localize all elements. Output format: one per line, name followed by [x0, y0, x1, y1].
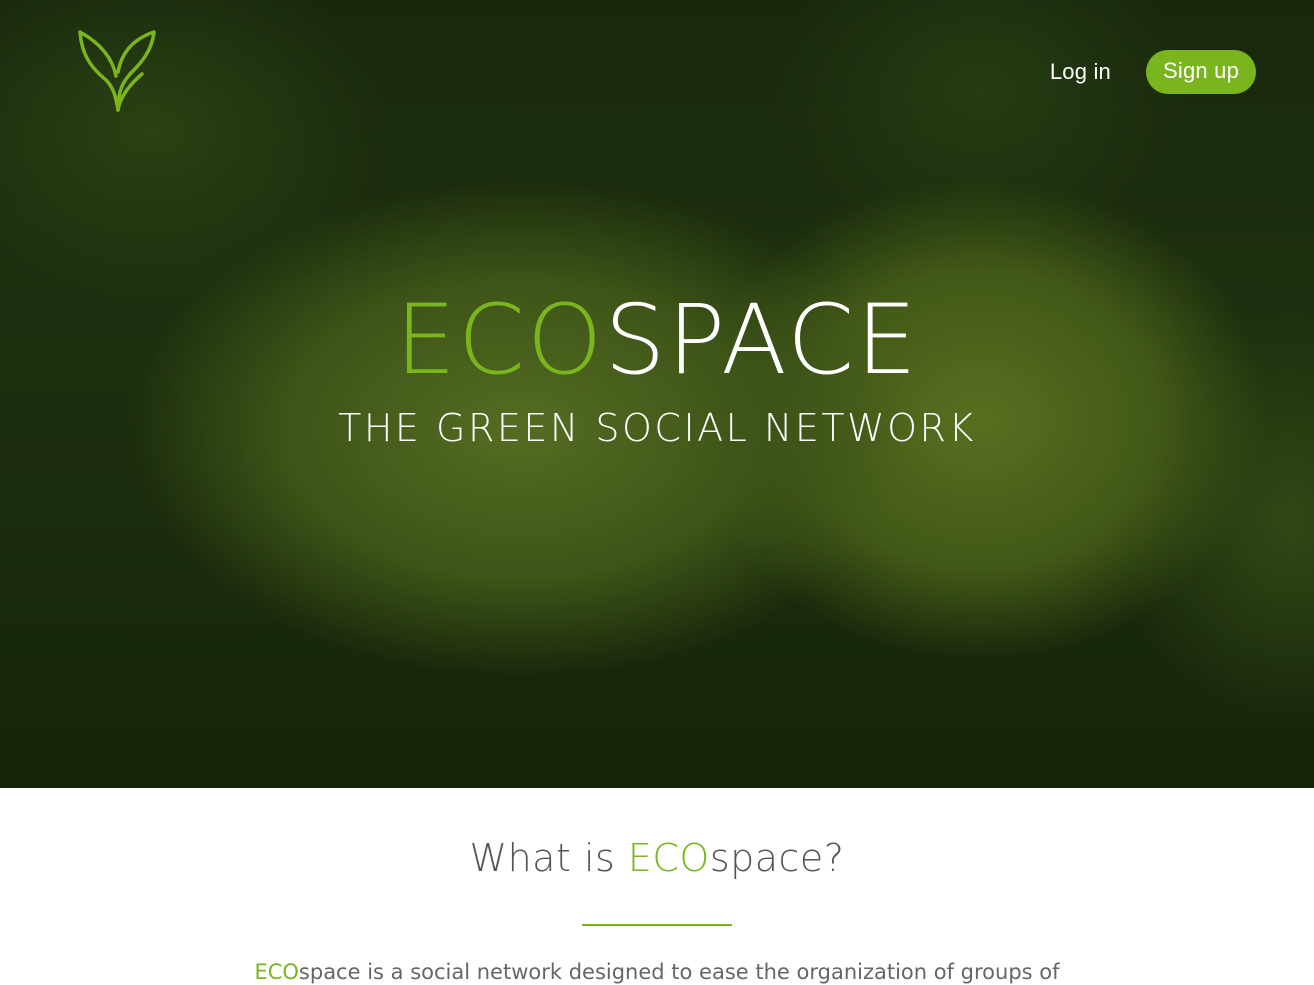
- about-section: What is ECOspace? ECOspace is a social n…: [0, 788, 1314, 985]
- hero-title-eco: ECO: [395, 284, 605, 396]
- top-nav: Log in Sign up: [1050, 50, 1256, 94]
- about-text-eco: ECO: [254, 960, 299, 984]
- leaf-icon[interactable]: [76, 28, 158, 112]
- title-divider: [582, 924, 732, 926]
- hero-title: ECOSPACE: [0, 285, 1314, 395]
- hero-section: Log in Sign up ECOSPACE THE GREEN SOCIAL…: [0, 0, 1314, 788]
- about-title-eco: ECO: [627, 836, 710, 880]
- about-text-body: space is a social network designed to ea…: [298, 960, 1060, 984]
- about-title-prefix: What is: [469, 836, 628, 880]
- hero-title-space: SPACE: [604, 284, 919, 396]
- about-title-suffix: space?: [709, 836, 845, 880]
- about-title: What is ECOspace?: [0, 836, 1314, 880]
- about-text: ECOspace is a social network designed to…: [0, 960, 1314, 984]
- signup-button[interactable]: Sign up: [1145, 50, 1256, 94]
- hero-subtitle: THE GREEN SOCIAL NETWORK: [338, 406, 976, 450]
- login-link[interactable]: Log in: [1050, 59, 1111, 85]
